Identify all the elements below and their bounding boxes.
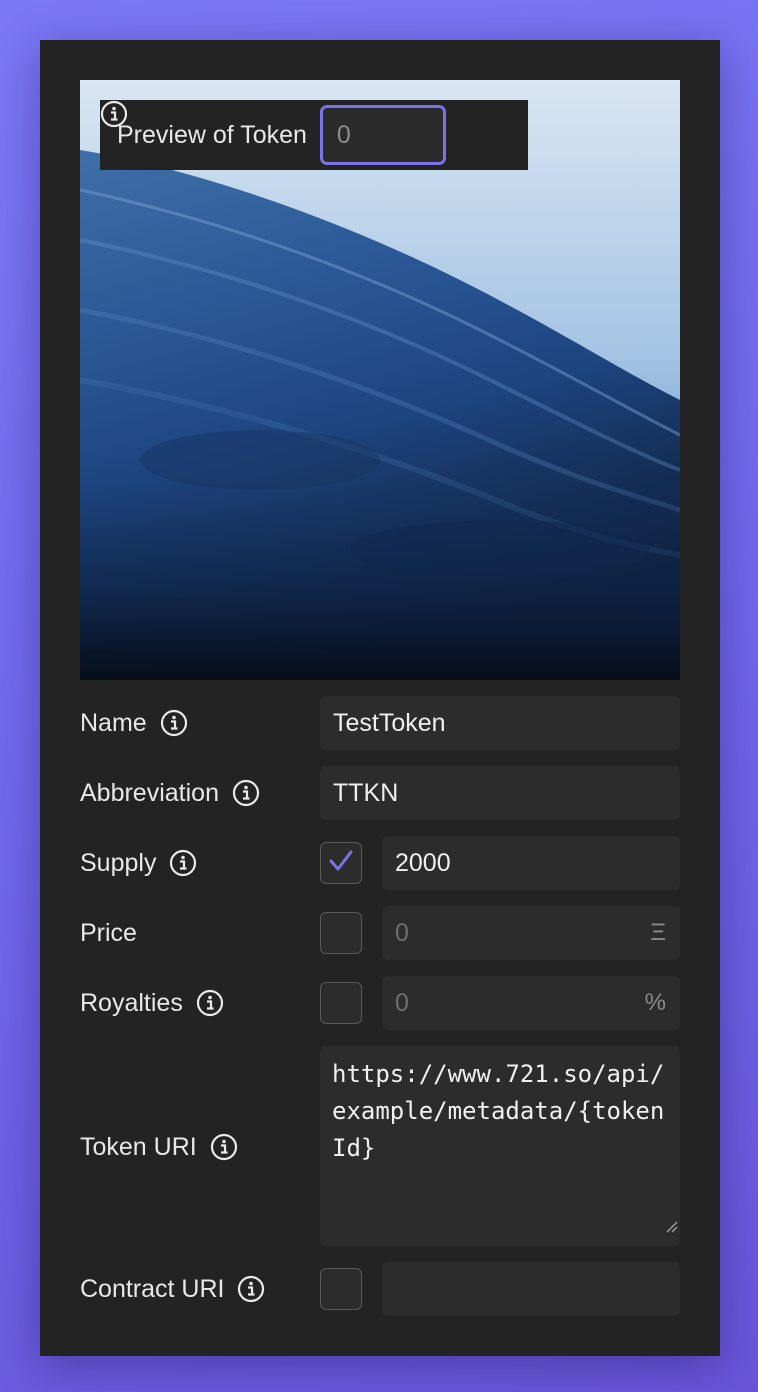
percent-symbol: % <box>644 989 666 1016</box>
token-uri-value: https://www.721.so/api/example/metadata/… <box>332 1060 665 1162</box>
price-input[interactable]: 0 Ξ <box>382 906 680 960</box>
royalties-label: Royalties <box>80 976 224 1030</box>
contract-uri-row: Contract URI <box>80 1262 680 1316</box>
info-icon[interactable] <box>196 989 224 1017</box>
token-uri-row: Token URI https://www.721.so/api/example… <box>80 1046 680 1246</box>
abbreviation-input[interactable]: TTKN <box>320 766 680 820</box>
supply-input[interactable]: 2000 <box>382 836 680 890</box>
info-icon[interactable] <box>160 709 188 737</box>
check-icon <box>326 846 356 881</box>
info-icon[interactable] <box>237 1275 265 1303</box>
info-icon[interactable] <box>100 100 488 149</box>
resize-handle-icon[interactable] <box>664 1207 678 1244</box>
token-uri-textarea[interactable]: https://www.721.so/api/example/metadata/… <box>320 1046 680 1246</box>
supply-row: Supply 2000 <box>80 836 680 890</box>
name-row: Name TestToken <box>80 696 680 750</box>
supply-checkbox[interactable] <box>320 842 362 884</box>
info-icon[interactable] <box>210 1133 238 1161</box>
royalties-input[interactable]: 0 % <box>382 976 680 1030</box>
token-preview-image: Preview of Token 0 <box>80 80 680 680</box>
preview-label: Preview of Token <box>117 120 307 149</box>
price-placeholder: 0 <box>395 918 409 947</box>
royalties-checkbox[interactable] <box>320 982 362 1024</box>
royalties-placeholder: 0 <box>395 988 409 1017</box>
info-icon[interactable] <box>232 779 260 807</box>
preview-bar: Preview of Token 0 <box>100 100 528 170</box>
info-icon[interactable] <box>169 849 197 877</box>
token-uri-label: Token URI <box>80 1120 238 1174</box>
price-checkbox[interactable] <box>320 912 362 954</box>
token-id-input[interactable]: 0 <box>319 105 446 165</box>
price-label: Price <box>80 918 137 947</box>
name-label: Name <box>80 696 188 750</box>
eth-symbol: Ξ <box>650 919 666 946</box>
supply-label: Supply <box>80 836 197 890</box>
contract-uri-checkbox[interactable] <box>320 1268 362 1310</box>
abbreviation-row: Abbreviation TTKN <box>80 766 680 820</box>
token-form-card: Preview of Token 0 Name TestToken Abbrev… <box>40 40 720 1356</box>
name-input[interactable]: TestToken <box>320 696 680 750</box>
contract-uri-label: Contract URI <box>80 1262 265 1316</box>
royalties-row: Royalties 0 % <box>80 976 680 1030</box>
ocean-wave-image <box>80 150 680 680</box>
price-row: Price 0 Ξ <box>80 906 680 960</box>
abbreviation-label: Abbreviation <box>80 766 260 820</box>
contract-uri-input[interactable] <box>382 1262 680 1316</box>
